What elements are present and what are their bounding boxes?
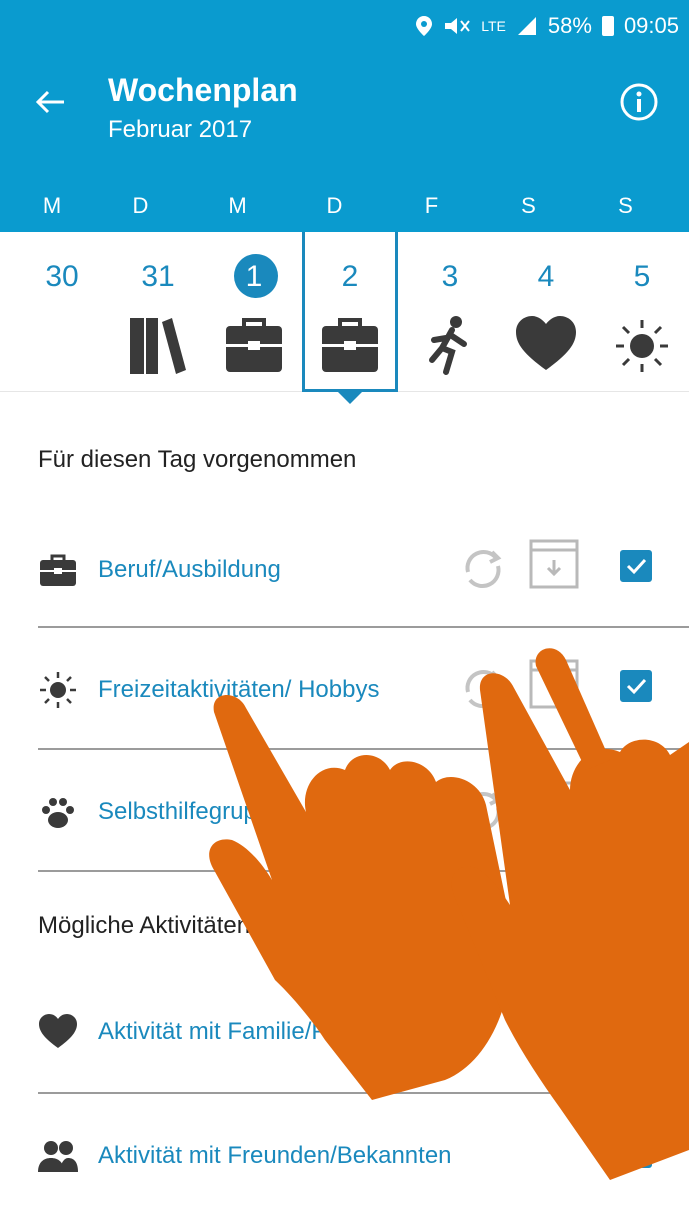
row-divider [38,870,689,872]
info-icon [620,83,658,121]
section-header-planned: Für diesen Tag vorgenommen [38,446,357,473]
day-cell-1[interactable]: 1 [206,232,302,392]
clock: 09:05 [623,13,679,38]
page-title: Wochenplan [108,72,298,108]
running-person-icon [429,316,467,375]
signal-icon [516,15,538,37]
paw-icon [42,798,74,828]
day-cell-2[interactable]: 2 [302,232,398,392]
briefcase-icon [40,554,76,586]
books-icon [130,318,186,374]
battery-icon [601,16,614,36]
people-icon [38,1141,78,1172]
activity-row-familie[interactable]: Aktivität mit Familie/PartnerIn [38,972,689,1094]
day-number: 5 [633,260,651,293]
activity-row-beruf[interactable]: Beruf/Ausbildung [38,510,689,632]
weekday-label: M [228,193,247,218]
day-cell-30[interactable]: 30 [14,232,110,392]
info-button[interactable] [619,82,659,122]
activity-checkbox[interactable] [620,1136,652,1168]
checkmark-icon [626,800,647,817]
lte-indicator: LTE [481,18,506,34]
selected-day-caret [338,392,362,404]
repeat-icon[interactable] [458,784,508,838]
checkmark-icon [626,558,647,575]
app-bar: Wochenplan Februar 2017 [0,52,689,180]
calendar-icon[interactable] [528,780,580,832]
weekday-label: D [326,193,343,218]
activity-row-selbsthilfe[interactable]: Selbsthilfegruppe [38,752,689,874]
status-bar: LTE 58% 09:05 [0,0,689,52]
weekday-label: F [424,193,439,218]
page-subtitle: Februar 2017 [108,116,253,143]
activity-label: Beruf/Ausbildung [98,556,281,583]
briefcase-icon [226,318,282,372]
sun-icon [40,672,76,708]
row-divider [38,1092,689,1094]
day-number: 4 [537,260,555,293]
activity-label: Aktivität mit Familie/PartnerIn [98,1018,411,1045]
calendar-icon[interactable] [528,538,580,590]
checkmark-icon [626,678,647,695]
day-number: 1 [245,260,263,293]
back-button[interactable] [30,82,70,122]
repeat-icon[interactable] [458,662,508,716]
weekday-header-row: M D M D F S S [0,180,689,232]
activity-label: Freizeitaktivitäten/ Hobbys [98,676,380,703]
battery-percent: 58% [547,13,592,38]
date-strip: 30 31 1 2 3 4 5 [0,232,689,392]
activity-row-freizeit[interactable]: Freizeitaktivitäten/ Hobbys [38,630,689,752]
day-number: 2 [341,260,359,293]
row-divider [38,748,689,750]
activity-label: Aktivität mit Freunden/Bekannten [98,1142,452,1169]
day-number: 30 [45,260,79,293]
weekday-label: D [132,193,149,218]
day-cell-3[interactable]: 3 [402,232,498,392]
back-arrow-icon [35,90,64,114]
weekday-label: S [521,193,536,218]
activity-checkbox[interactable] [620,792,652,824]
activity-row-freunde[interactable]: Aktivität mit Freunden/Bekannten [38,1096,689,1212]
day-number: 31 [141,260,175,293]
location-icon [415,15,433,37]
sun-icon [616,320,668,372]
repeat-icon[interactable] [458,542,508,596]
activity-checkbox[interactable] [620,1012,652,1044]
briefcase-icon [322,318,378,372]
weekday-label: M [42,193,62,218]
heart-icon [39,1014,77,1048]
mute-icon [443,15,471,37]
activity-checkbox[interactable] [620,550,652,582]
row-divider [38,626,689,628]
day-cell-4[interactable]: 4 [498,232,594,392]
calendar-icon[interactable] [528,658,580,710]
activity-label: Selbsthilfegruppe [98,798,284,825]
heart-icon [516,316,576,370]
section-header-possible: Mögliche Aktivitäten [38,912,251,939]
day-cell-5[interactable]: 5 [594,232,689,392]
day-cell-31[interactable]: 31 [110,232,206,392]
day-number: 3 [441,260,459,293]
weekday-label: S [618,193,633,218]
activity-checkbox[interactable] [620,670,652,702]
